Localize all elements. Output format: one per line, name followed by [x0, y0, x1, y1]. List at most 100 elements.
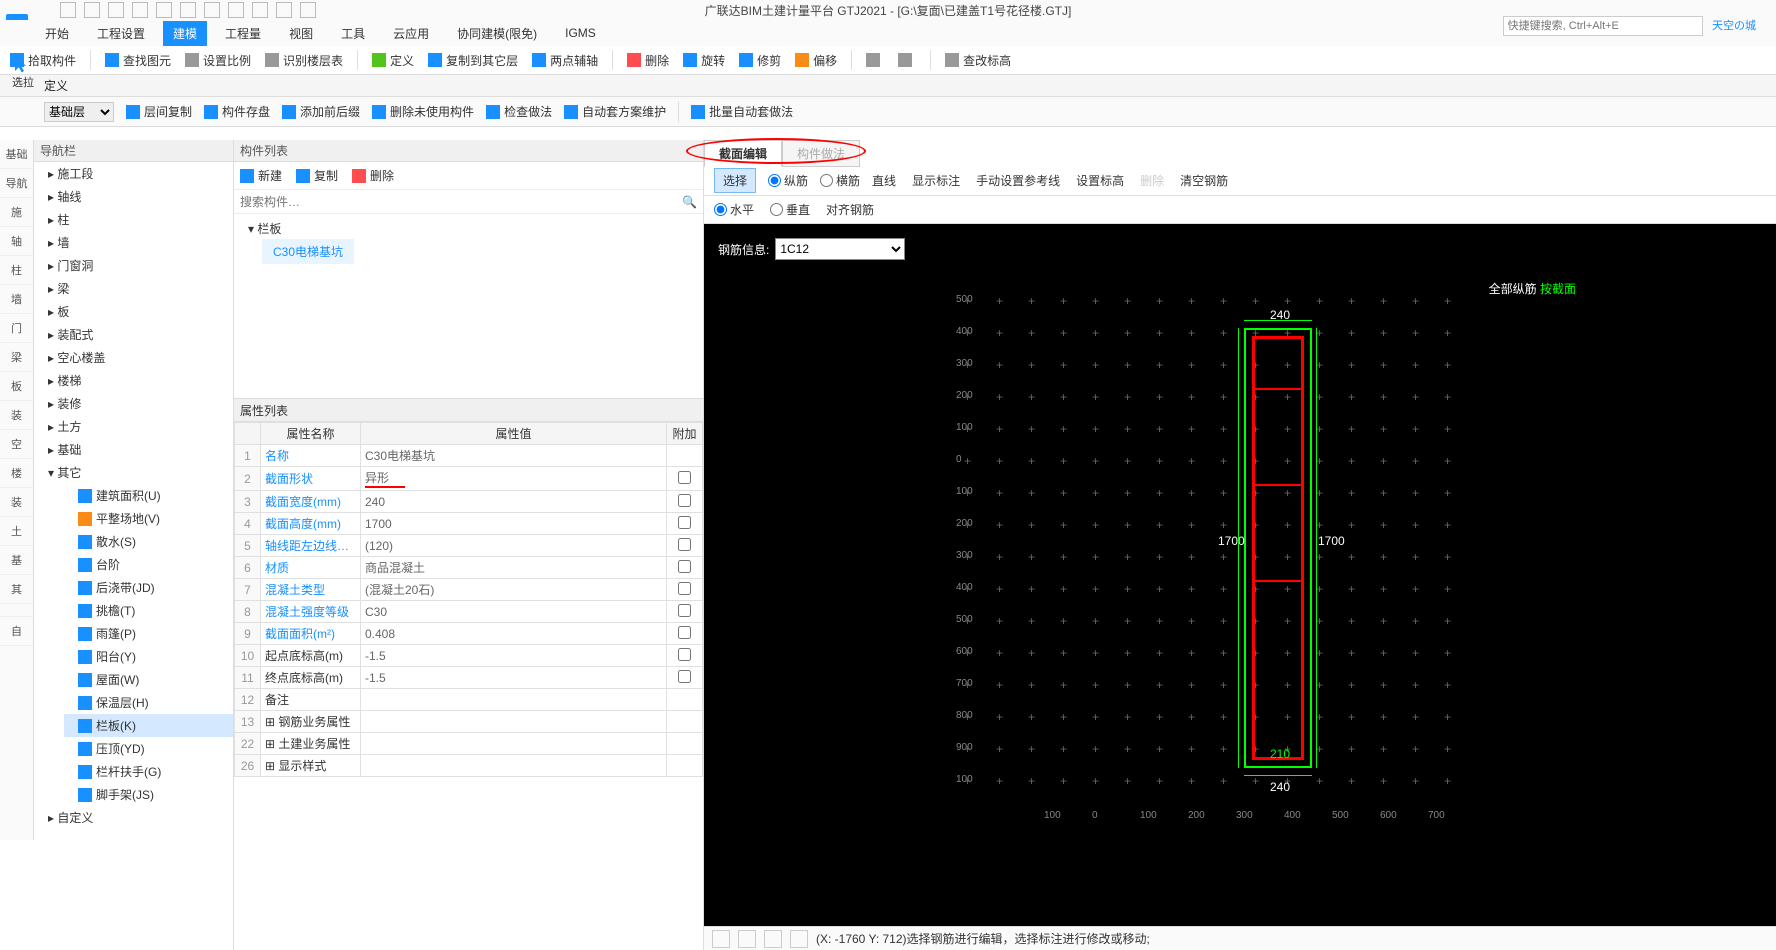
- main-tab-7[interactable]: 协同建模(限免): [447, 21, 547, 46]
- canvas-tb1-5[interactable]: 清空钢筋: [1180, 172, 1228, 189]
- nav-child-12[interactable]: 栏杆扶手(G): [64, 760, 233, 783]
- nav-child-6[interactable]: 雨篷(P): [64, 622, 233, 645]
- leftstrip-6[interactable]: 门: [0, 314, 33, 343]
- leftstrip-12[interactable]: 装: [0, 488, 33, 517]
- ribbon-btn-13[interactable]: 查改标高: [945, 52, 1011, 69]
- tab-section-edit[interactable]: 截面编辑: [704, 140, 782, 167]
- leftstrip-4[interactable]: 柱: [0, 256, 33, 285]
- prop-row-5[interactable]: 5轴线距左边线…(120): [235, 535, 703, 557]
- nav-item-5[interactable]: ▸ 梁: [34, 277, 233, 300]
- nav-item-3[interactable]: ▸ 墙: [34, 231, 233, 254]
- subribbon-2[interactable]: 添加前后缀: [282, 102, 360, 122]
- leftstrip-3[interactable]: 轴: [0, 227, 33, 256]
- nav-child-5[interactable]: 挑檐(T): [64, 599, 233, 622]
- nav-child-3[interactable]: 台阶: [64, 553, 233, 576]
- prop-row-13[interactable]: 13⊞ 钢筋业务属性: [235, 711, 703, 733]
- leftstrip-13[interactable]: 土: [0, 517, 33, 546]
- align-rebar[interactable]: 对齐钢筋: [826, 201, 874, 218]
- cursor-icon[interactable]: [12, 56, 30, 74]
- search-input[interactable]: [1503, 16, 1703, 36]
- prop-row-7[interactable]: 7混凝土类型(混凝土20石): [235, 579, 703, 601]
- nav-item-13[interactable]: ▾ 其它: [34, 461, 233, 484]
- main-tab-1[interactable]: 工程设置: [87, 21, 155, 46]
- leftstrip-9[interactable]: 装: [0, 401, 33, 430]
- select-button[interactable]: 选择: [714, 168, 756, 193]
- subribbon-1[interactable]: 构件存盘: [204, 102, 270, 122]
- canvas-tb1-1[interactable]: 显示标注: [912, 172, 960, 189]
- main-tab-4[interactable]: 视图: [279, 21, 323, 46]
- leftstrip-15[interactable]: 其: [0, 575, 33, 604]
- nav-child-11[interactable]: 压顶(YD): [64, 737, 233, 760]
- ribbon-btn-10[interactable]: 偏移: [795, 52, 837, 69]
- nav-child-13[interactable]: 脚手架(JS): [64, 783, 233, 806]
- subribbon-5[interactable]: 自动套方案维护: [564, 102, 666, 122]
- subribbon-4[interactable]: 检查做法: [486, 102, 552, 122]
- prop-row-9[interactable]: 9截面面积(m²)0.408: [235, 623, 703, 645]
- prop-row-6[interactable]: 6材质商品混凝土: [235, 557, 703, 579]
- floor-combo[interactable]: 基础层: [44, 102, 114, 122]
- prop-row-12[interactable]: 12备注: [235, 689, 703, 711]
- main-tab-5[interactable]: 工具: [331, 21, 375, 46]
- comp-search-input[interactable]: [240, 195, 682, 209]
- leftstrip-8[interactable]: 板: [0, 372, 33, 401]
- leftstrip-0[interactable]: 基础: [0, 140, 33, 169]
- canvas-tb1-0[interactable]: 直线: [872, 172, 896, 189]
- prop-row-22[interactable]: 22⊞ 土建业务属性: [235, 733, 703, 755]
- tab-comp-method[interactable]: 构件做法: [782, 140, 860, 167]
- search-icon[interactable]: 🔍: [682, 195, 697, 209]
- leftstrip-10[interactable]: 空: [0, 430, 33, 459]
- ribbon-btn-3[interactable]: 识别楼层表: [265, 52, 343, 69]
- ribbon-btn-8[interactable]: 旋转: [683, 52, 725, 69]
- nav-item-6[interactable]: ▸ 板: [34, 300, 233, 323]
- ribbon-btn-5[interactable]: 复制到其它层: [428, 52, 518, 69]
- prop-row-3[interactable]: 3截面宽度(mm)240: [235, 491, 703, 513]
- subribbon-0[interactable]: 层间复制: [126, 102, 192, 122]
- main-tab-8[interactable]: IGMS: [555, 22, 606, 44]
- nav-item-1[interactable]: ▸ 轴线: [34, 185, 233, 208]
- nav-child-9[interactable]: 保温层(H): [64, 691, 233, 714]
- radio-horiz[interactable]: 横筋: [820, 172, 860, 189]
- subribbon-6[interactable]: 批量自动套做法: [691, 102, 793, 122]
- section-canvas[interactable]: 钢筋信息: 1C12 全部纵筋 按截面 500++++++++++++++++4…: [704, 224, 1776, 926]
- subribbon-3[interactable]: 删除未使用构件: [372, 102, 474, 122]
- leftstrip-16[interactable]: [0, 604, 33, 617]
- nav-item-2[interactable]: ▸ 柱: [34, 208, 233, 231]
- ribbon-btn-11[interactable]: [866, 53, 884, 67]
- main-tab-2[interactable]: 建模: [163, 21, 207, 46]
- ribbon-btn-1[interactable]: 查找图元: [105, 52, 171, 69]
- ribbon-btn-2[interactable]: 设置比例: [185, 52, 251, 69]
- radio-vert[interactable]: 纵筋: [768, 172, 808, 189]
- ribbon-btn-6[interactable]: 两点辅轴: [532, 52, 598, 69]
- comp-tree-root[interactable]: ▾ 栏板: [242, 218, 695, 239]
- main-tab-0[interactable]: 开始: [35, 21, 79, 46]
- comp-tree-child[interactable]: C30电梯基坑: [262, 239, 354, 264]
- comp-tb-0[interactable]: 新建: [240, 167, 282, 184]
- nav-child-2[interactable]: 散水(S): [64, 530, 233, 553]
- canvas-tb1-4[interactable]: 删除: [1140, 172, 1164, 189]
- canvas-tb1-2[interactable]: 手动设置参考线: [976, 172, 1060, 189]
- radio-h[interactable]: 水平: [714, 201, 754, 218]
- leftstrip-5[interactable]: 墙: [0, 285, 33, 314]
- prop-row-11[interactable]: 11终点底标高(m)-1.5: [235, 667, 703, 689]
- rebar-info-select[interactable]: 1C12: [775, 238, 905, 260]
- comp-tb-1[interactable]: 复制: [296, 167, 338, 184]
- nav-item-12[interactable]: ▸ 基础: [34, 438, 233, 461]
- nav-item-8[interactable]: ▸ 空心楼盖: [34, 346, 233, 369]
- canvas-tb1-3[interactable]: 设置标高: [1076, 172, 1124, 189]
- status-icon-1[interactable]: [712, 930, 730, 948]
- prop-row-1[interactable]: 1名称C30电梯基坑: [235, 445, 703, 467]
- nav-item-14[interactable]: ▸ 自定义: [34, 806, 233, 829]
- ribbon-btn-9[interactable]: 修剪: [739, 52, 781, 69]
- status-icon-4[interactable]: [790, 930, 808, 948]
- ribbon-btn-12[interactable]: [898, 53, 916, 67]
- nav-item-4[interactable]: ▸ 门窗洞: [34, 254, 233, 277]
- leftstrip-14[interactable]: 基: [0, 546, 33, 575]
- prop-row-4[interactable]: 4截面高度(mm)1700: [235, 513, 703, 535]
- leftstrip-11[interactable]: 楼: [0, 459, 33, 488]
- main-tab-6[interactable]: 云应用: [383, 21, 439, 46]
- nav-item-7[interactable]: ▸ 装配式: [34, 323, 233, 346]
- leftstrip-7[interactable]: 梁: [0, 343, 33, 372]
- prop-row-26[interactable]: 26⊞ 显示样式: [235, 755, 703, 777]
- nav-item-9[interactable]: ▸ 楼梯: [34, 369, 233, 392]
- prop-row-2[interactable]: 2截面形状异形: [235, 467, 703, 491]
